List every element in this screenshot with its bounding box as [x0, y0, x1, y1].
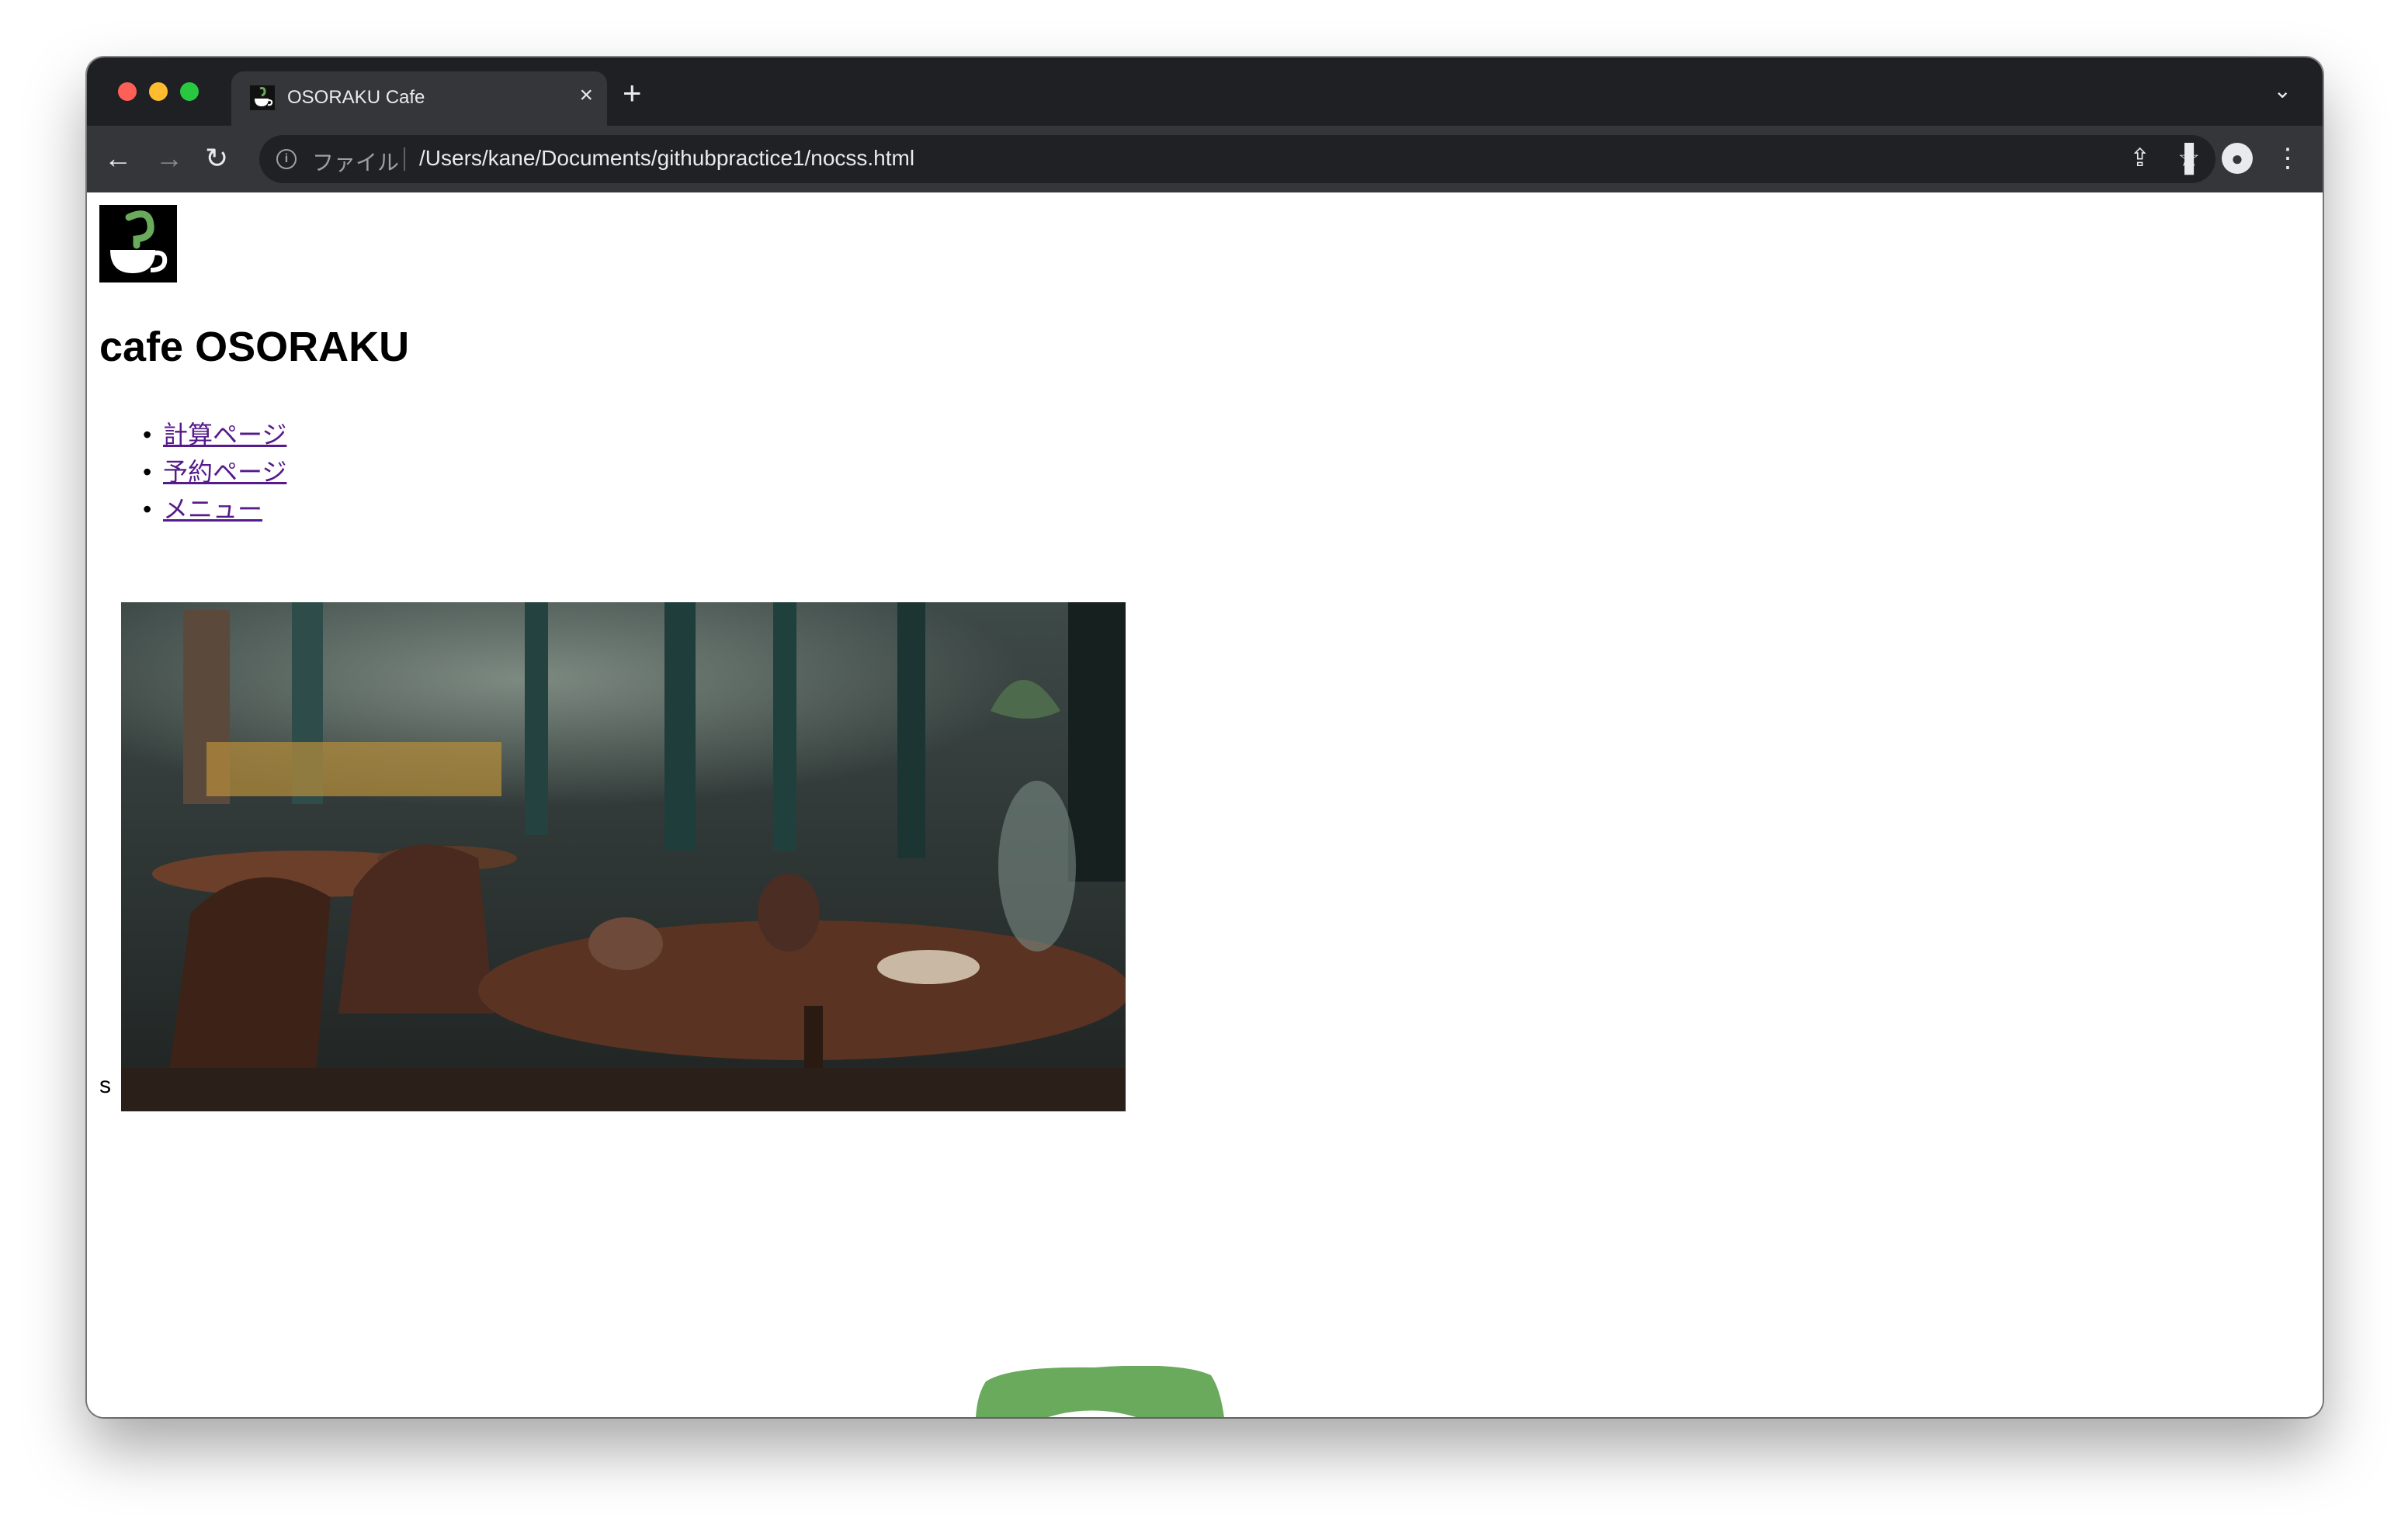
- share-icon[interactable]: ⇪: [2129, 143, 2150, 172]
- page-title: cafe OSORAKU: [99, 324, 410, 370]
- info-icon[interactable]: i: [276, 149, 297, 169]
- nav-link-calculation[interactable]: 計算ページ: [163, 420, 286, 449]
- zoom-window-button[interactable]: [180, 82, 199, 101]
- coffee-cup-icon: [250, 85, 275, 110]
- tab-title: OSORAKU Cafe: [287, 87, 425, 108]
- forward-button[interactable]: →: [155, 140, 183, 177]
- list-item: 計算ページ: [143, 416, 286, 453]
- side-panel-icon[interactable]: ▐: [2175, 140, 2194, 177]
- browser-window: OSORAKU Cafe × + ⌄ ← → ↻ i ファイル /Users/k…: [87, 57, 2323, 1417]
- reload-button[interactable]: ↻: [205, 140, 228, 177]
- nav-link-reservation[interactable]: 予約ページ: [163, 457, 286, 487]
- nav-list: 計算ページ 予約ページ メニュー: [143, 416, 286, 528]
- address-bar[interactable]: i ファイル /Users/kane/Documents/githubpract…: [259, 135, 2215, 183]
- cafe-logo-icon: [99, 205, 177, 282]
- chevron-down-icon[interactable]: ⌄: [2274, 78, 2292, 103]
- close-window-button[interactable]: [118, 82, 137, 101]
- new-tab-button[interactable]: +: [623, 75, 642, 112]
- tab-active[interactable]: OSORAKU Cafe ×: [231, 71, 607, 126]
- close-icon[interactable]: ×: [579, 82, 593, 109]
- url-text[interactable]: /Users/kane/Documents/githubpractice1/no…: [419, 146, 914, 171]
- cafe-interior-photo: [121, 602, 1130, 1111]
- minimize-window-button[interactable]: [149, 82, 168, 101]
- nav-link-menu[interactable]: メニュー: [163, 494, 262, 524]
- stray-text: s: [99, 1073, 111, 1098]
- back-button[interactable]: ←: [104, 140, 132, 177]
- page-content: cafe OSORAKU 計算ページ 予約ページ メニュー s: [87, 192, 2323, 1417]
- menu-icon[interactable]: ⋮: [2274, 140, 2301, 177]
- list-item: 予約ページ: [143, 453, 286, 490]
- scheme-label: ファイル: [312, 151, 400, 175]
- list-item: メニュー: [143, 490, 286, 528]
- browser-toolbar: ← → ↻ i ファイル /Users/kane/Documents/githu…: [87, 126, 2323, 192]
- address-separator: [404, 147, 405, 171]
- tab-bar: OSORAKU Cafe × + ⌄: [87, 57, 2323, 126]
- profile-icon[interactable]: ●: [2222, 143, 2253, 174]
- cafe-logo-large-icon: [973, 1365, 1250, 1417]
